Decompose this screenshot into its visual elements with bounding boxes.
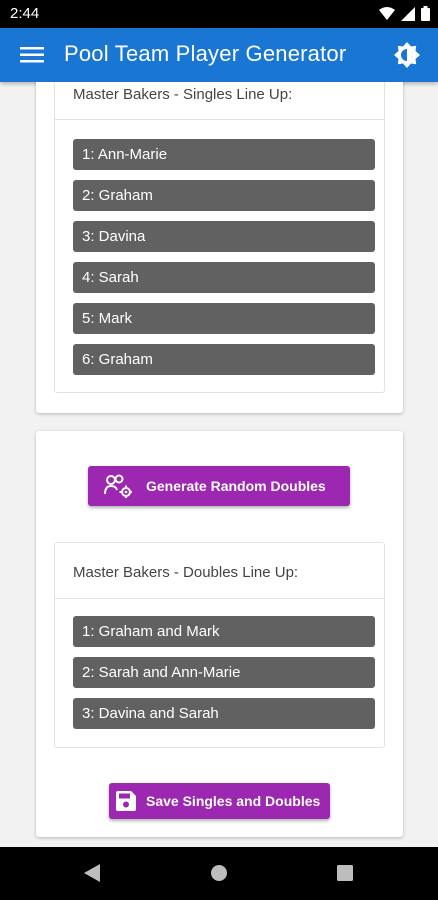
menu-icon[interactable] [20, 44, 44, 66]
back-icon[interactable] [84, 864, 100, 882]
doubles-lineup-panel: Master Bakers - Doubles Line Up: 1: Grah… [54, 542, 385, 748]
list-item: 2: Graham [73, 180, 375, 211]
list-item: 4: Sarah [73, 262, 375, 293]
navigation-bar [0, 847, 438, 900]
status-bar: 2:44 [0, 0, 438, 28]
singles-lineup-panel: Master Bakers - Singles Line Up: 1: Ann-… [54, 82, 385, 393]
doubles-card: Generate Random Doubles Master Bakers - … [36, 431, 403, 837]
recents-icon[interactable] [337, 865, 353, 881]
group-settings-icon [104, 474, 132, 498]
home-icon[interactable] [210, 864, 228, 882]
wifi-icon [379, 6, 395, 20]
status-time: 2:44 [10, 5, 40, 22]
save-button-label: Save Singles and Doubles [146, 793, 321, 809]
singles-card: Master Bakers - Singles Line Up: 1: Ann-… [36, 82, 403, 413]
list-item: 3: Davina [73, 221, 375, 252]
generate-button-label: Generate Random Doubles [146, 478, 326, 494]
list-item: 2: Sarah and Ann-Marie [73, 657, 375, 688]
list-item: 5: Mark [73, 303, 375, 334]
app-bar: Pool Team Player Generator [0, 28, 438, 82]
singles-header: Master Bakers - Singles Line Up: [55, 82, 384, 120]
generate-random-doubles-button[interactable]: Generate Random Doubles [88, 466, 350, 506]
content-area[interactable]: Master Bakers - Singles Line Up: 1: Ann-… [0, 82, 438, 847]
signal-icon [401, 6, 415, 21]
list-item: 1: Graham and Mark [73, 616, 375, 647]
list-item: 1: Ann-Marie [73, 139, 375, 170]
save-singles-and-doubles-button[interactable]: Save Singles and Doubles [109, 783, 330, 819]
app-title: Pool Team Player Generator [64, 41, 347, 66]
list-item: 6: Graham [73, 344, 375, 375]
battery-icon [421, 6, 430, 21]
save-icon [116, 791, 136, 811]
list-item: 3: Davina and Sarah [73, 698, 375, 729]
doubles-header: Master Bakers - Doubles Line Up: [55, 543, 384, 599]
theme-toggle-icon[interactable] [394, 42, 420, 68]
